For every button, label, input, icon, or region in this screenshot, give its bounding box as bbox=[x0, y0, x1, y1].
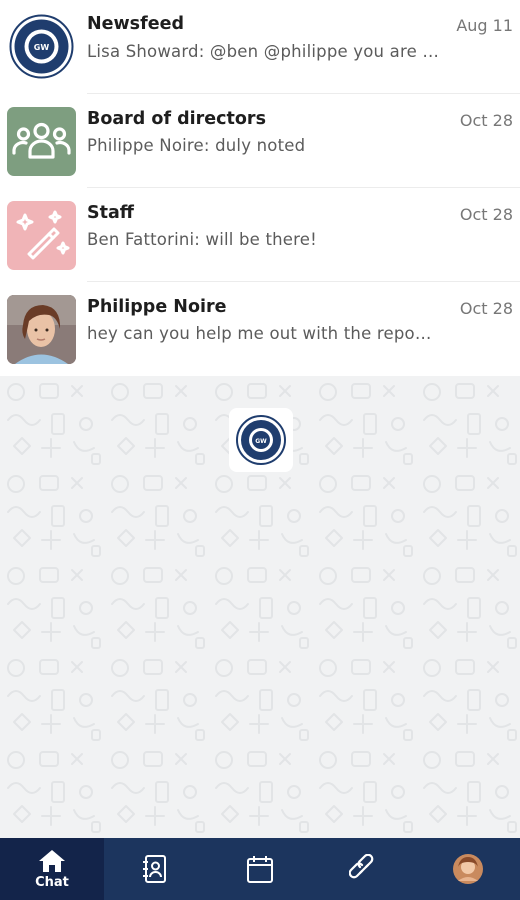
nav-calendar[interactable] bbox=[208, 838, 312, 900]
chat-name: Board of directors bbox=[87, 109, 266, 129]
group-icon bbox=[7, 107, 76, 176]
user-photo-avatar bbox=[7, 295, 76, 364]
chat-date: Oct 28 bbox=[459, 111, 513, 130]
nav-chat-label: Chat bbox=[35, 875, 69, 890]
link-icon bbox=[349, 854, 374, 879]
chat-name: Newsfeed bbox=[87, 14, 184, 34]
magic-wand-icon bbox=[7, 201, 76, 270]
chat-name: Philippe Noire bbox=[87, 297, 227, 317]
chat-date: Oct 28 bbox=[459, 205, 513, 224]
chat-date: Oct 28 bbox=[459, 299, 513, 318]
svg-text:GW: GW bbox=[255, 438, 267, 445]
profile-avatar bbox=[453, 854, 483, 884]
nav-chat[interactable]: Chat bbox=[0, 838, 104, 900]
chat-row-board-of-directors[interactable]: Board of directors Philippe Noire: duly … bbox=[0, 94, 520, 188]
chat-list: GW Newsfeed Lisa Showard: @ben @philippe… bbox=[0, 0, 520, 376]
union-logo-avatar: GW bbox=[7, 12, 76, 81]
nav-links[interactable] bbox=[312, 838, 416, 900]
bottom-navigation: Chat bbox=[0, 838, 520, 900]
chat-date: Aug 11 bbox=[456, 16, 513, 35]
nav-profile[interactable] bbox=[416, 838, 520, 900]
chat-name: Staff bbox=[87, 203, 134, 223]
contacts-icon bbox=[143, 855, 166, 883]
chat-row-staff[interactable]: Staff Ben Fattorini: will be there! Oct … bbox=[0, 188, 520, 282]
chat-row-newsfeed[interactable]: GW Newsfeed Lisa Showard: @ben @philippe… bbox=[0, 0, 520, 94]
chat-row-philippe-noire[interactable]: Philippe Noire hey can you help me out w… bbox=[0, 282, 520, 376]
chat-preview: Ben Fattorini: will be there! bbox=[87, 230, 317, 249]
union-logo: GW bbox=[229, 408, 293, 472]
chat-preview: hey can you help me out with the repo… bbox=[87, 324, 432, 343]
chat-background: GW bbox=[0, 376, 520, 838]
home-icon bbox=[39, 850, 65, 872]
chat-preview: Lisa Showard: @ben @philippe you are … bbox=[87, 42, 439, 61]
nav-contacts[interactable] bbox=[104, 838, 208, 900]
calendar-icon bbox=[247, 856, 273, 883]
chat-preview: Philippe Noire: duly noted bbox=[87, 136, 306, 155]
